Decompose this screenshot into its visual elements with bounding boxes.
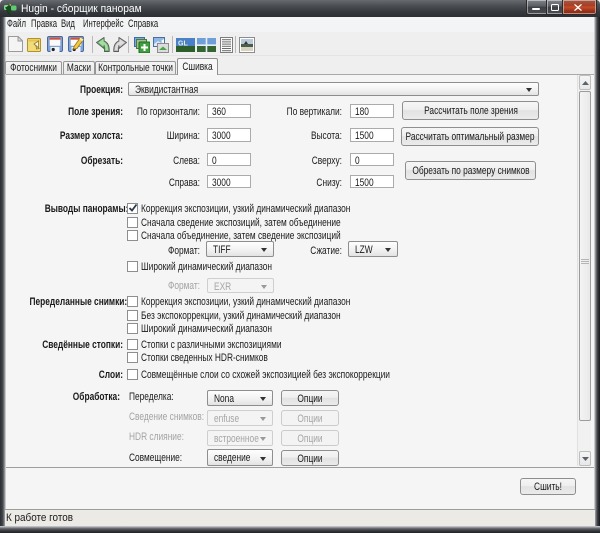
svg-text:GL: GL bbox=[178, 41, 188, 48]
